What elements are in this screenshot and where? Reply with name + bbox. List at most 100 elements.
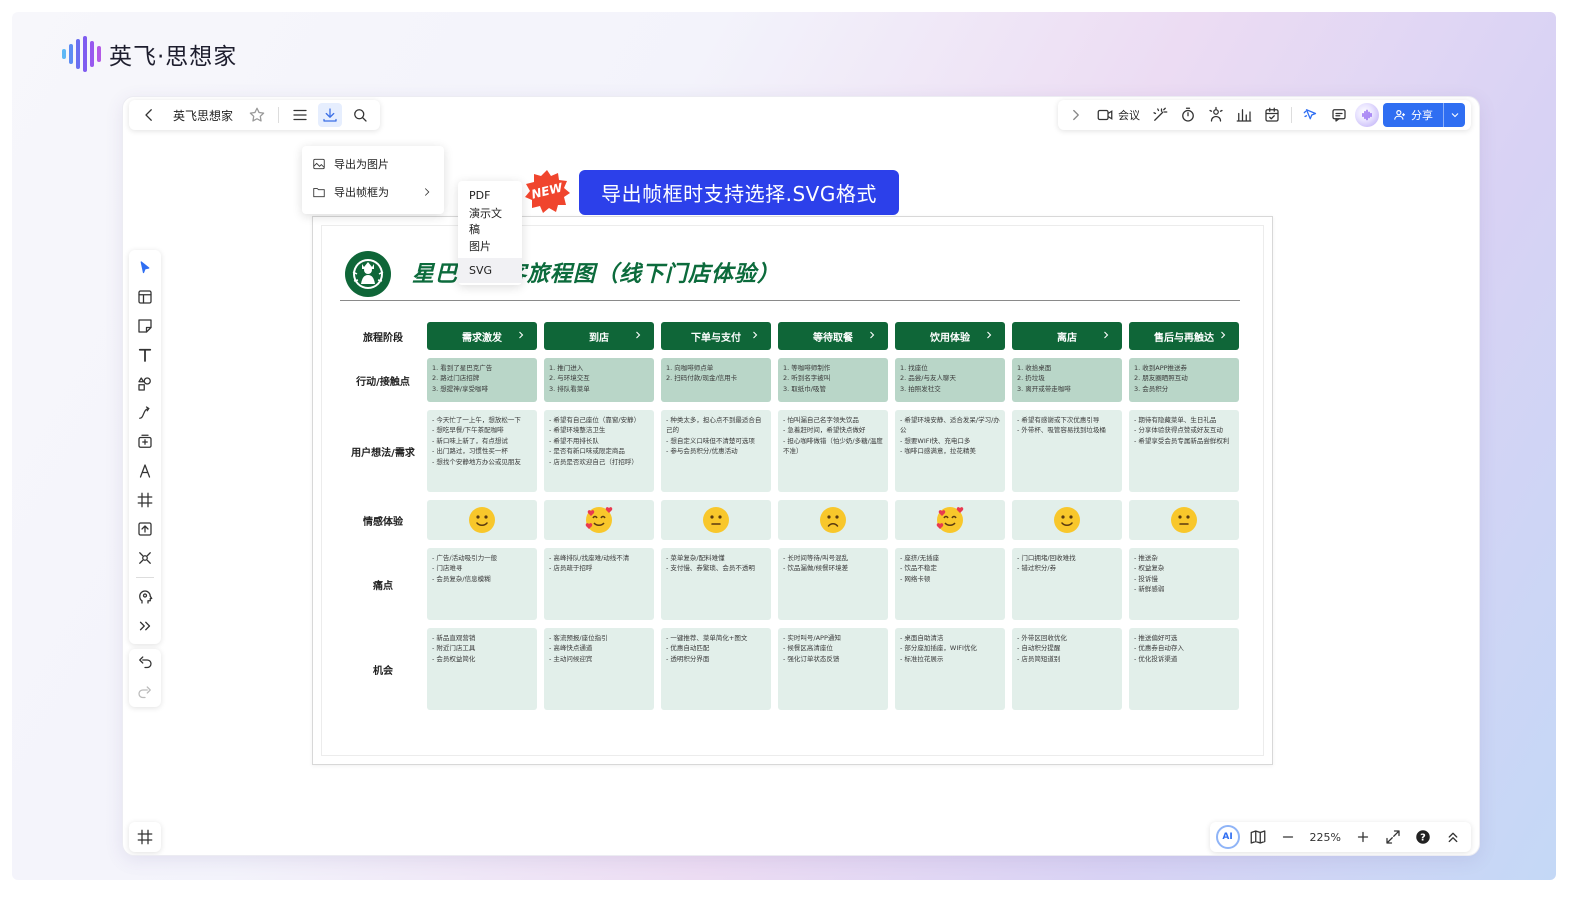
pain-cell[interactable]: - 门口拥堵/回收难找 - 错过积分/券	[1012, 548, 1122, 620]
format-presentation[interactable]: 演示文稿	[458, 207, 522, 236]
main-menu-button[interactable]	[288, 103, 312, 127]
touch-cell[interactable]: 1. 向咖啡师点单 2. 扫码付款/现金/信用卡	[661, 358, 771, 402]
shapes-tool[interactable]	[131, 372, 159, 396]
smiling-face-with-hearts-icon	[585, 506, 613, 534]
ai-icon: AI	[1222, 832, 1233, 842]
touch-cell[interactable]: 1. 找座位 2. 品尝/与友人聊天 3. 拍照发社交	[895, 358, 1005, 402]
opportunity-cell[interactable]: - 实时叫号/APP通知 - 候餐区高清座位 - 强化订单状态反馈	[778, 628, 888, 710]
ai-tool[interactable]	[131, 585, 159, 609]
add-card-tool[interactable]	[131, 430, 159, 454]
stage-header[interactable]: 到店	[544, 322, 654, 350]
pain-cell[interactable]: - 长时间等待/叫号混乱 - 饮品漏做/候餐环境差	[778, 548, 888, 620]
fit-screen-button[interactable]	[1381, 825, 1405, 849]
magic-button[interactable]	[1148, 103, 1172, 127]
zoom-in-button[interactable]	[1351, 825, 1375, 849]
image-icon	[313, 158, 325, 170]
stage-header[interactable]: 离店	[1012, 322, 1122, 350]
opportunity-cell[interactable]: - 推送偏好可选 - 优惠券自动存入 - 优化投诉渠道	[1129, 628, 1239, 710]
stage-header[interactable]: 饮用体验	[895, 322, 1005, 350]
comment-button[interactable]	[1327, 103, 1351, 127]
think-cell[interactable]: - 种类太多，担心点不到最适合自己的 - 想自定义口味但不清楚可选项 - 参与会员积…	[661, 410, 771, 492]
pain-cell[interactable]: - 菜单复杂/配料难懂 - 支付慢、券繁琐、会员不透明	[661, 548, 771, 620]
redo-button[interactable]	[133, 681, 157, 705]
cell-line: - 出门路过，习惯性买一杯	[432, 447, 508, 456]
touch-cell[interactable]: 1. 收拾桌面 2. 扔垃圾 3. 离开或带走咖啡	[1012, 358, 1122, 402]
undo-button[interactable]	[133, 651, 157, 675]
frame-list-button[interactable]	[129, 822, 161, 852]
format-svg[interactable]: SVG	[458, 258, 522, 283]
template-tool[interactable]	[131, 285, 159, 309]
zoom-out-button[interactable]	[1276, 825, 1300, 849]
think-cell[interactable]: - 今天忙了一上午，想放松一下 - 想吃早餐/下午茶配咖啡 - 新口味上新了，有点想…	[427, 410, 537, 492]
frame-tool[interactable]	[131, 488, 159, 512]
share-button[interactable]: 分享	[1383, 103, 1465, 127]
meeting-button[interactable]: 会议	[1092, 106, 1144, 124]
stage-header[interactable]: 等待取餐	[778, 322, 888, 350]
share-main[interactable]: 分享	[1383, 103, 1443, 127]
voice-assistant-button[interactable]	[1355, 103, 1379, 127]
calendar-button[interactable]	[1260, 103, 1284, 127]
format-image[interactable]: 图片	[458, 233, 522, 258]
timer-button[interactable]	[1176, 103, 1200, 127]
cursor-follow-icon	[1303, 109, 1317, 120]
minimap-button[interactable]	[1246, 825, 1270, 849]
connector-icon	[139, 406, 150, 419]
think-cell[interactable]: - 希望有自己座位（靠窗/安静） - 希望环境整洁卫生 - 希望不用排长队 - 是否有…	[544, 410, 654, 492]
follow-cursor-button[interactable]	[1299, 103, 1323, 127]
mindmap-tool[interactable]	[131, 546, 159, 570]
help-button[interactable]: ?	[1411, 825, 1435, 849]
row-label-think: 用户想法/需求	[351, 447, 415, 459]
opportunity-cell[interactable]: - 客流预报/座位指引 - 高峰快点通道 - 主动问候迎宾	[544, 628, 654, 710]
cell-line: - 新口味上新了，有点想试	[432, 436, 508, 445]
zoom-level[interactable]: 225%	[1306, 831, 1345, 844]
stage-header[interactable]: 需求激发	[427, 322, 537, 350]
connector-tool[interactable]	[131, 401, 159, 425]
cell-line: - 优惠券自动存入	[1134, 644, 1184, 653]
export-frame-as-item[interactable]: 导出帧框为	[302, 178, 444, 206]
export-as-image-item[interactable]: 导出为图片	[302, 150, 444, 178]
cell-line: - 饮品不稳定	[900, 564, 937, 573]
collapse-bottom-button[interactable]	[1441, 825, 1465, 849]
touch-cell[interactable]: 1. 等咖啡师制作 2. 听到名字被叫 3. 取纸巾/吸管	[778, 358, 888, 402]
favorite-button[interactable]	[245, 103, 269, 127]
think-cell[interactable]: - 怕叫漏自己名字领失饮品 - 急着赶时间，希望快点做好 - 担心咖啡做错（怕少奶/…	[778, 410, 888, 492]
stage-name: 离店	[1057, 332, 1077, 344]
vote-button[interactable]	[1232, 103, 1256, 127]
pain-cell[interactable]: - 推送杂 - 权益复杂 - 投诉慢 - 新鲜感弱	[1129, 548, 1239, 620]
think-cell[interactable]: - 期待有隐藏菜单、生日礼品 - 分享体验获得点赞或好友互动 - 希望享受会员专属新…	[1129, 410, 1239, 492]
pen-tool[interactable]	[131, 459, 159, 483]
whiteboard-canvas[interactable]: 英飞思想家 会议 分享 AI 225% ? 导出为图片 导出帧框为 PDF 演示…	[122, 96, 1480, 856]
text-tool[interactable]	[131, 343, 159, 367]
celebrate-button[interactable]	[1204, 103, 1228, 127]
cell-line: 2. 听到名字被叫	[783, 374, 831, 383]
opportunity-cell[interactable]: - 外带区回收优化 - 自动积分提醒 - 店员简短道别	[1012, 628, 1122, 710]
pain-cell[interactable]: - 广告/活动吸引力一般 - 门店难寻 - 会员复杂/信息模糊	[427, 548, 537, 620]
touch-cell[interactable]: 1. 看到了星巴克广告 2. 路过门店招牌 3. 想提神/享受咖啡	[427, 358, 537, 402]
pain-cell[interactable]: - 高峰排队/找座难/动线不清 - 店员疏于招呼	[544, 548, 654, 620]
opportunity-cell[interactable]: - 一键推荐、菜单简化+图文 - 优惠自动匹配 - 透明积分界面	[661, 628, 771, 710]
doc-title[interactable]: 英飞思想家	[167, 107, 239, 124]
touch-cell[interactable]: 1. 收到APP推送券 2. 朋友圈晒照互动 3. 会员积分	[1129, 358, 1239, 402]
select-tool[interactable]	[131, 256, 159, 280]
upload-tool[interactable]	[131, 517, 159, 541]
collapse-toolbar-button[interactable]	[1064, 103, 1088, 127]
sticky-note-tool[interactable]	[131, 314, 159, 338]
journey-map-frame[interactable]: 星巴克顾客旅程图（线下门店体验） 旅程阶段 行动/接触点 用户想法/需求 情感体…	[312, 216, 1273, 765]
back-button[interactable]	[137, 103, 161, 127]
touch-cell[interactable]: 1. 推门进入 2. 与环境交互 3. 排队看菜单	[544, 358, 654, 402]
cell-line: 1. 收拾桌面	[1017, 364, 1052, 372]
export-button[interactable]	[318, 103, 343, 127]
search-button[interactable]	[348, 103, 372, 127]
stage-header[interactable]: 售后与再触达	[1129, 322, 1239, 350]
more-tools-button[interactable]	[131, 614, 159, 638]
pain-cell[interactable]: - 座挤/无插座 - 饮品不稳定 - 网络卡顿	[895, 548, 1005, 620]
opportunity-cell[interactable]: - 桌面自助清洁 - 部分座加插座，WIFI优化 - 标准拉花展示	[895, 628, 1005, 710]
think-cell[interactable]: - 希望有感谢或下次优惠引导 - 外带杯、吸管容易找到垃圾桶	[1012, 410, 1122, 492]
cell-line: - 会员复杂/信息模糊	[432, 574, 491, 583]
opportunity-cell[interactable]: - 新品直观营销 - 附近门店工具 - 会员权益简化	[427, 628, 537, 710]
share-dropdown-button[interactable]	[1443, 103, 1465, 127]
ai-assistant-button[interactable]: AI	[1215, 825, 1240, 849]
stage-header[interactable]: 下单与支付	[661, 322, 771, 350]
think-cell[interactable]: - 希望环境安静、适合发呆/学习/办公 - 想要WIFI快、充电口多 - 咖啡口感满…	[895, 410, 1005, 492]
cell-line: - 强化订单状态反馈	[783, 654, 840, 663]
